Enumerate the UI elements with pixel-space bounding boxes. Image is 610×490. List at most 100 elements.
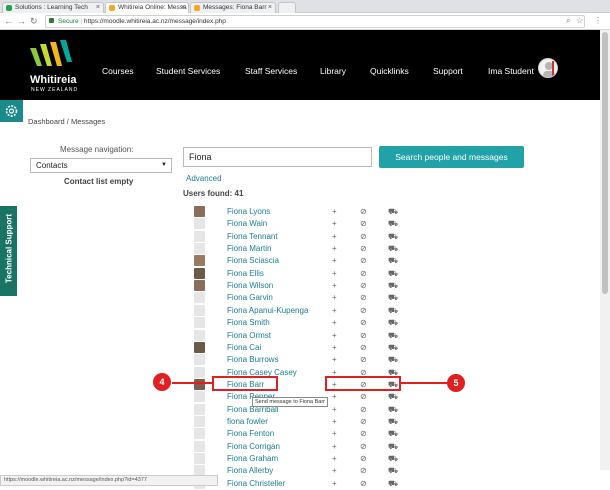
reload-icon[interactable]: ↻ [30, 16, 38, 26]
message-icon[interactable]: ⛟ [388, 280, 398, 291]
user-name-link[interactable]: Fiona Ormst [227, 330, 271, 341]
zoom-icon[interactable]: ⌕ [566, 16, 570, 26]
settings-drawer-toggle[interactable] [0, 100, 23, 122]
nav-support[interactable]: Support [433, 66, 463, 76]
message-icon[interactable]: ⛟ [388, 231, 398, 242]
message-icon[interactable]: ⛟ [388, 317, 398, 328]
block-contact-icon[interactable]: ⊘ [360, 218, 367, 229]
user-picture[interactable] [194, 230, 205, 242]
technical-support-tab[interactable]: Technical Support [0, 206, 17, 296]
breadcrumb-messages[interactable]: Messages [71, 117, 105, 126]
add-contact-icon[interactable]: + [332, 391, 337, 402]
add-contact-icon[interactable]: + [332, 292, 337, 303]
add-contact-icon[interactable]: + [332, 416, 337, 427]
message-navigation-select[interactable]: Contacts ▼ [30, 158, 172, 173]
search-input[interactable]: Fiona [183, 147, 372, 167]
add-contact-icon[interactable]: + [332, 317, 337, 328]
user-picture[interactable] [194, 378, 205, 390]
menu-icon[interactable]: ⋮ [594, 16, 602, 26]
message-icon[interactable]: ⛟ [388, 478, 398, 489]
avatar[interactable] [538, 58, 558, 78]
user-name-link[interactable]: Fiona Burrows [227, 354, 279, 365]
message-icon[interactable]: ⛟ [388, 342, 398, 353]
user-name-link[interactable]: Fiona Graham [227, 453, 278, 464]
block-contact-icon[interactable]: ⊘ [360, 317, 367, 328]
block-contact-icon[interactable]: ⊘ [360, 453, 367, 464]
user-picture[interactable] [194, 428, 205, 440]
message-icon[interactable]: ⛟ [388, 255, 398, 266]
add-contact-icon[interactable]: + [332, 255, 337, 266]
user-name-link[interactable]: Fiona Christeller [227, 478, 285, 489]
nav-courses[interactable]: Courses [102, 66, 134, 76]
message-icon[interactable]: ⛟ [388, 453, 398, 464]
add-contact-icon[interactable]: + [332, 428, 337, 439]
add-contact-icon[interactable]: + [332, 268, 337, 279]
block-contact-icon[interactable]: ⊘ [360, 330, 367, 341]
block-contact-icon[interactable]: ⊘ [360, 478, 367, 489]
add-contact-icon[interactable]: + [332, 478, 337, 489]
add-contact-icon[interactable]: + [332, 453, 337, 464]
add-contact-icon[interactable]: + [332, 218, 337, 229]
user-picture[interactable] [194, 329, 205, 341]
nav-staff-services[interactable]: Staff Services [245, 66, 297, 76]
user-picture[interactable] [194, 267, 205, 279]
block-contact-icon[interactable]: ⊘ [360, 243, 367, 254]
message-icon[interactable]: ⛟ [388, 404, 398, 415]
user-name-link[interactable]: Fiona Apanui-Kupenga [227, 305, 308, 316]
user-name-link[interactable]: Fiona Garvin [227, 292, 273, 303]
block-contact-icon[interactable]: ⊘ [360, 206, 367, 217]
block-contact-icon[interactable]: ⊘ [360, 305, 367, 316]
block-contact-icon[interactable]: ⊘ [360, 268, 367, 279]
block-contact-icon[interactable]: ⊘ [360, 404, 367, 415]
user-menu-name[interactable]: Ima Student [488, 66, 534, 76]
block-contact-icon[interactable]: ⊘ [360, 428, 367, 439]
user-picture[interactable] [194, 440, 205, 452]
close-icon[interactable]: × [96, 3, 100, 13]
user-name-link[interactable]: Fiona Lyons [227, 206, 270, 217]
add-contact-icon[interactable]: + [332, 404, 337, 415]
block-contact-icon[interactable]: ⊘ [360, 354, 367, 365]
nav-library[interactable]: Library [320, 66, 346, 76]
search-people-button[interactable]: Search people and messages [379, 146, 524, 168]
user-name-link[interactable]: Fiona Cai [227, 342, 261, 353]
message-icon[interactable]: ⛟ [388, 292, 398, 303]
add-contact-icon[interactable]: + [332, 206, 337, 217]
forward-icon[interactable]: → [17, 16, 26, 26]
add-contact-icon[interactable]: + [332, 243, 337, 254]
user-name-link[interactable]: Fiona Allerby [227, 465, 273, 476]
user-name-link[interactable]: Fiona Wilson [227, 280, 273, 291]
user-name-link[interactable]: Fiona Corrigan [227, 441, 280, 452]
new-tab-button[interactable] [278, 2, 296, 13]
add-contact-icon[interactable]: + [332, 280, 337, 291]
user-picture[interactable] [194, 391, 205, 403]
add-contact-icon[interactable]: + [332, 465, 337, 476]
user-picture[interactable] [194, 341, 205, 353]
message-icon[interactable]: ⛟ [388, 305, 398, 316]
message-icon[interactable]: ⛟ [388, 354, 398, 365]
url-field[interactable]: Secure | https://moodle.whitireia.ac.nz/… [45, 15, 585, 28]
breadcrumb-dashboard[interactable]: Dashboard [28, 117, 65, 126]
user-name-link[interactable]: Fiona Wain [227, 218, 267, 229]
user-name-link[interactable]: Fiona Ellis [227, 268, 264, 279]
block-contact-icon[interactable]: ⊘ [360, 292, 367, 303]
user-picture[interactable] [194, 366, 205, 378]
advanced-search-link[interactable]: Advanced [186, 174, 222, 183]
user-picture[interactable] [194, 243, 205, 255]
close-icon[interactable]: × [181, 3, 185, 13]
user-name-link[interactable]: Fiona Tennant [227, 231, 278, 242]
block-contact-icon[interactable]: ⊘ [360, 342, 367, 353]
add-contact-icon[interactable]: + [332, 342, 337, 353]
message-icon[interactable]: ⛟ [388, 416, 398, 427]
add-contact-icon[interactable]: + [332, 305, 337, 316]
user-picture[interactable] [194, 255, 205, 267]
message-icon[interactable]: ⛟ [388, 218, 398, 229]
nav-student-services[interactable]: Student Services [156, 66, 220, 76]
message-icon[interactable]: ⛟ [388, 268, 398, 279]
whitireia-logo-icon[interactable] [30, 40, 72, 72]
nav-quicklinks[interactable]: Quicklinks [370, 66, 409, 76]
block-contact-icon[interactable]: ⊘ [360, 231, 367, 242]
user-picture[interactable] [194, 317, 205, 329]
message-icon[interactable]: ⛟ [388, 206, 398, 217]
block-contact-icon[interactable]: ⊘ [360, 391, 367, 402]
message-icon[interactable]: ⛟ [388, 391, 398, 402]
